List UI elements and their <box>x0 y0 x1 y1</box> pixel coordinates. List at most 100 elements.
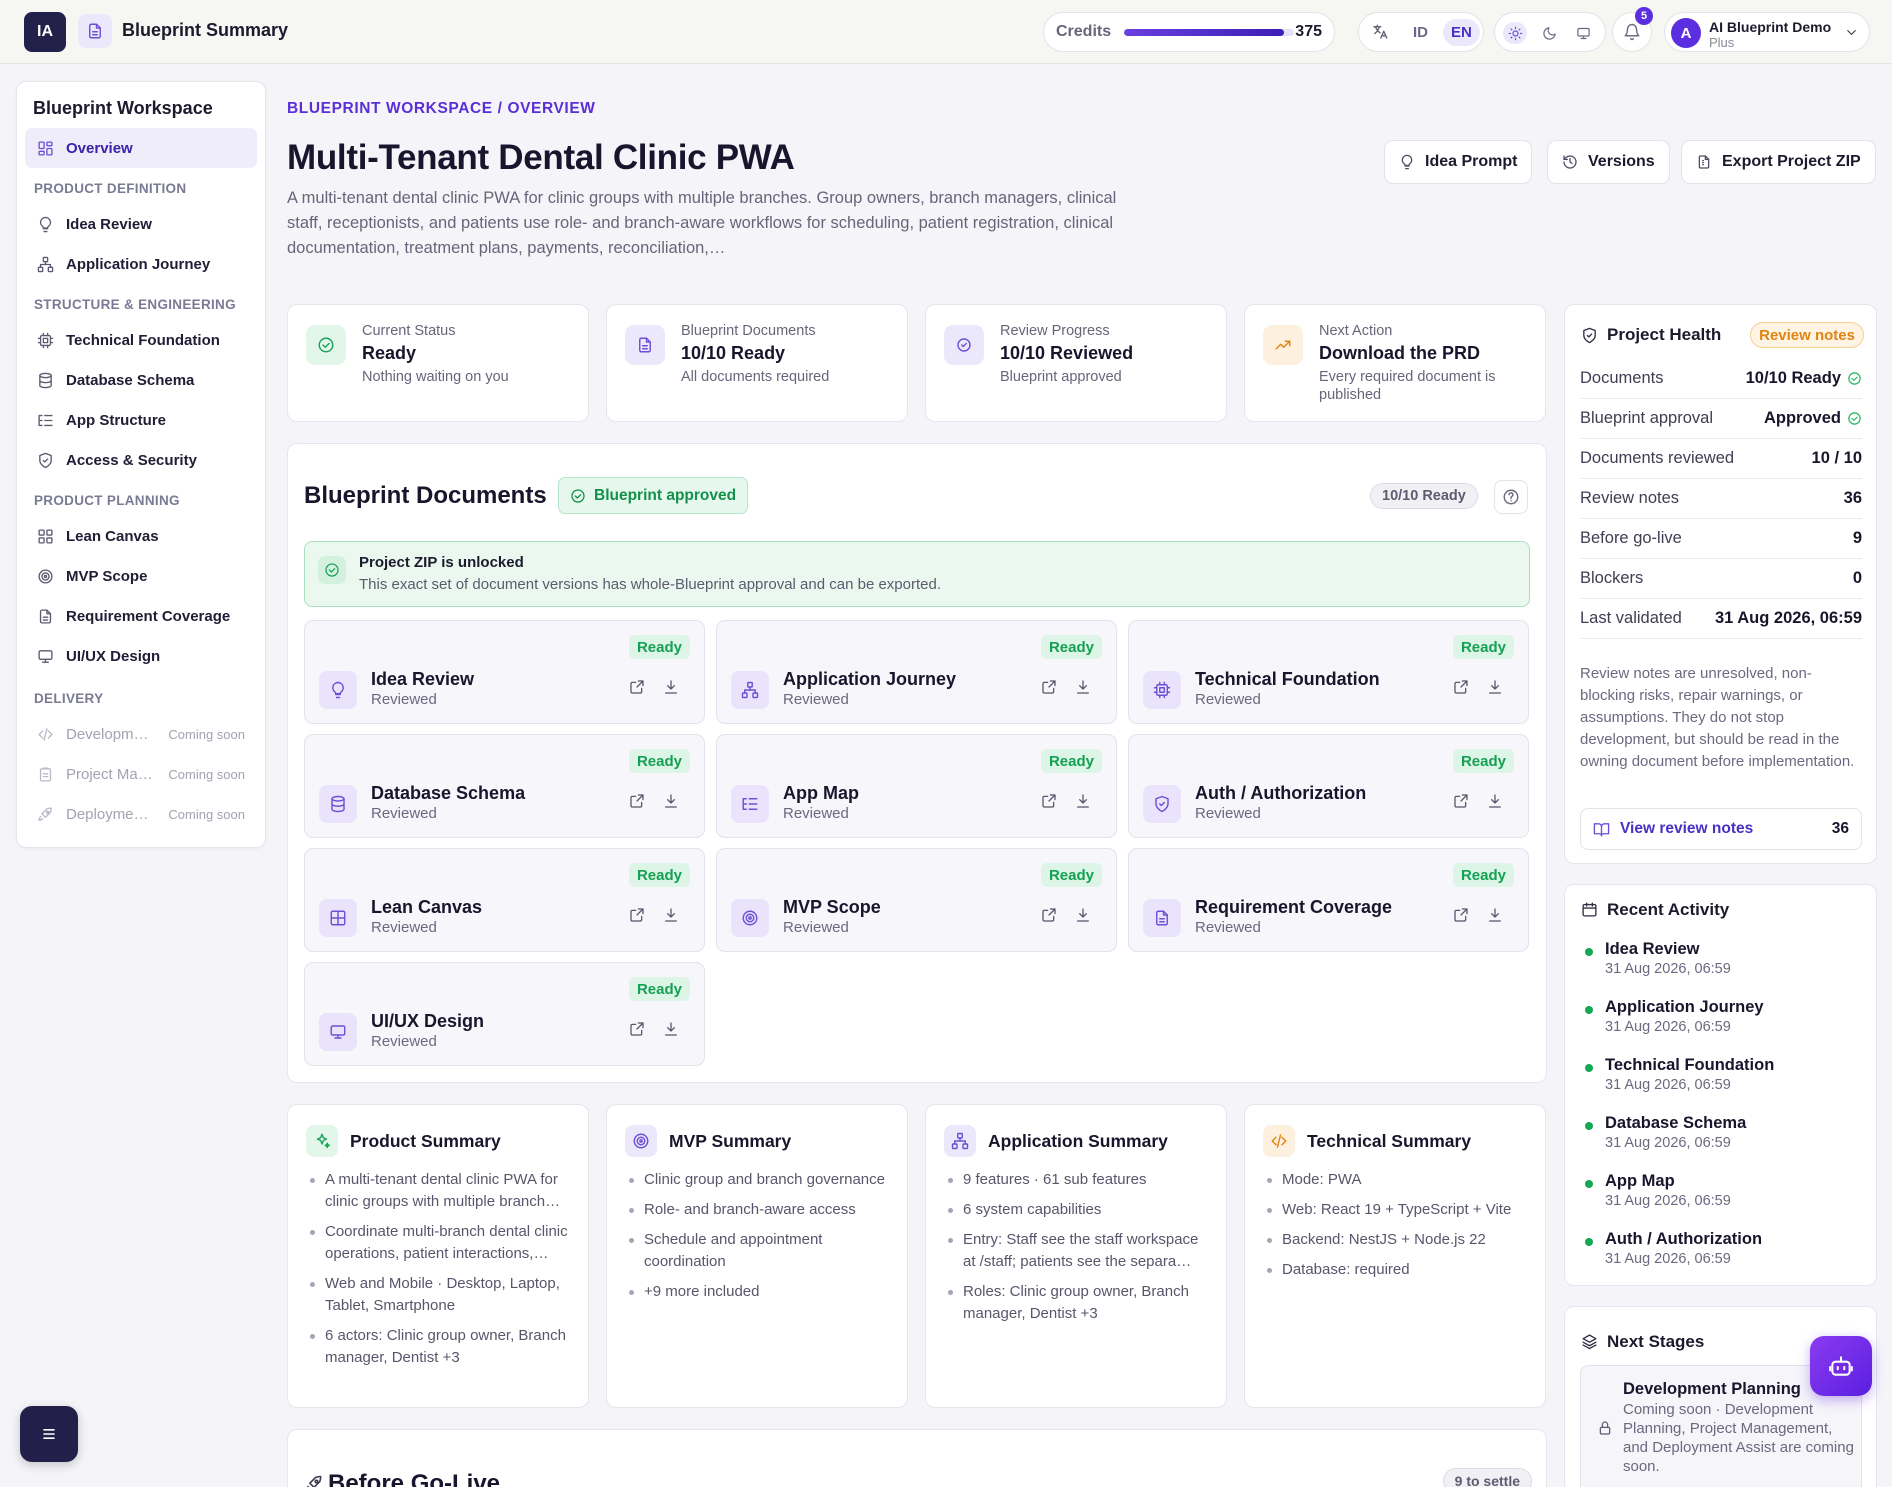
language-switcher: ID EN <box>1358 12 1484 52</box>
sidebar-item-app-structure[interactable]: App Structure <box>25 400 257 440</box>
assistant-button[interactable] <box>1810 1336 1872 1396</box>
download-icon[interactable] <box>1075 679 1091 695</box>
document-card[interactable]: Ready Idea Review Reviewed <box>304 620 705 724</box>
health-row-documents: Documents 10/10 Ready <box>1580 359 1862 399</box>
document-card[interactable]: Ready Application Journey Reviewed <box>716 620 1117 724</box>
sidebar-item-mvp-scope[interactable]: MVP Scope <box>25 556 257 596</box>
list-tree-icon <box>38 414 53 426</box>
sidebar-item-overview[interactable]: Overview <box>25 128 257 168</box>
document-name: Auth / Authorization <box>1195 783 1367 803</box>
sidebar-item-label: Technical Foundation <box>66 331 220 349</box>
sidebar-item-access-security[interactable]: Access & Security <box>25 440 257 480</box>
menu-button[interactable] <box>20 1406 78 1462</box>
status-dot <box>1585 948 1593 956</box>
list-item: 9 features · 61 sub features <box>946 1169 1214 1191</box>
status-sub: Blueprint approved <box>1000 369 1122 385</box>
lang-en-button[interactable]: EN <box>1443 19 1480 46</box>
export-zip-button[interactable]: Export Project ZIP <box>1681 140 1876 184</box>
sidebar-item-idea-review[interactable]: Idea Review <box>25 204 257 244</box>
document-card[interactable]: Ready Technical Foundation Reviewed <box>1128 620 1529 724</box>
list-item: Role- and branch-aware access <box>627 1199 895 1221</box>
product-summary-card: Product Summary A multi-tenant dental cl… <box>287 1104 589 1408</box>
sidebar-item-lean-canvas[interactable]: Lean Canvas <box>25 516 257 556</box>
review-notes-badge[interactable]: Review notes <box>1750 322 1864 348</box>
next-stages-card: Next Stages Development Planning Coming … <box>1564 1306 1877 1487</box>
unlock-description: This exact set of document versions has … <box>359 576 941 593</box>
document-card[interactable]: Ready Database Schema Reviewed <box>304 734 705 838</box>
download-icon[interactable] <box>1487 907 1503 923</box>
status-label: Next Action <box>1319 323 1393 339</box>
ready-badge: Ready <box>1040 635 1102 659</box>
document-status: Reviewed <box>371 805 437 822</box>
notifications-button[interactable]: 5 <box>1612 7 1653 52</box>
help-button[interactable] <box>1494 480 1528 514</box>
credits-value: 375 <box>1295 23 1322 40</box>
user-menu[interactable]: A AI Blueprint Demo Plus <box>1664 12 1870 52</box>
download-icon[interactable] <box>663 907 679 923</box>
check-circle-icon <box>571 488 585 503</box>
open-external-icon[interactable] <box>629 679 645 695</box>
open-external-icon[interactable] <box>1041 793 1057 809</box>
sidebar-item-requirement-coverage[interactable]: Requirement Coverage <box>25 596 257 636</box>
health-row-reviewed: Documents reviewed 10 / 10 <box>1580 439 1862 479</box>
monitor-icon[interactable] <box>1571 22 1595 44</box>
sidebar-item-development: Developm… Coming soon <box>25 714 257 754</box>
download-icon[interactable] <box>663 679 679 695</box>
open-external-icon[interactable] <box>1041 907 1057 923</box>
sidebar-item-technical-foundation[interactable]: Technical Foundation <box>25 320 257 360</box>
file-zip-icon <box>1698 155 1710 169</box>
versions-button[interactable]: Versions <box>1547 140 1670 184</box>
open-external-icon[interactable] <box>1453 679 1469 695</box>
sidebar-item-label: Database Schema <box>66 371 195 389</box>
document-card[interactable]: Ready UI/UX Design Reviewed <box>304 962 705 1066</box>
download-icon[interactable] <box>663 1021 679 1037</box>
document-card[interactable]: Ready MVP Scope Reviewed <box>716 848 1117 952</box>
activity-date: 31 Aug 2026, 06:59 <box>1605 1019 1731 1035</box>
idea-prompt-button[interactable]: Idea Prompt <box>1384 140 1533 184</box>
download-icon[interactable] <box>1487 793 1503 809</box>
status-value: 10/10 Ready <box>681 343 786 363</box>
list-item: Coordinate multi-branch dental clinic op… <box>308 1221 576 1265</box>
list-item: 6 system capabilities <box>946 1199 1214 1221</box>
app-logo[interactable]: IA <box>24 12 66 52</box>
open-external-icon[interactable] <box>1453 793 1469 809</box>
translate-icon <box>1371 23 1389 41</box>
document-card[interactable]: Ready Lean Canvas Reviewed <box>304 848 705 952</box>
health-note: Review notes are unresolved, non-blockin… <box>1580 665 1855 770</box>
download-icon[interactable] <box>1075 907 1091 923</box>
open-external-icon[interactable] <box>1453 907 1469 923</box>
open-external-icon[interactable] <box>1041 679 1057 695</box>
status-sub: Nothing waiting on you <box>362 369 509 385</box>
sun-icon[interactable] <box>1503 22 1527 44</box>
book-open-icon <box>1593 822 1610 837</box>
status-card-documents: Blueprint Documents 10/10 Ready All docu… <box>606 304 908 422</box>
review-notes-count: 36 <box>1831 820 1849 837</box>
sidebar-item-uiux-design[interactable]: UI/UX Design <box>25 636 257 676</box>
document-card[interactable]: Ready Requirement Coverage Reviewed <box>1128 848 1529 952</box>
document-card[interactable]: Ready Auth / Authorization Reviewed <box>1128 734 1529 838</box>
list-item: A multi-tenant dental clinic PWA for cli… <box>308 1169 576 1213</box>
credits-meter[interactable]: Credits 375 <box>1043 12 1335 52</box>
sidebar-section-delivery: DELIVERY <box>34 691 104 706</box>
status-card-current: Current Status Ready Nothing waiting on … <box>287 304 589 422</box>
download-icon[interactable] <box>663 793 679 809</box>
status-sub: Every required document is published <box>1319 369 1496 403</box>
sidebar-item-application-journey[interactable]: Application Journey <box>25 244 257 284</box>
code-icon <box>1263 1125 1295 1157</box>
open-external-icon[interactable] <box>629 793 645 809</box>
sidebar-item-database-schema[interactable]: Database Schema <box>25 360 257 400</box>
document-card[interactable]: Ready App Map Reviewed <box>716 734 1117 838</box>
unlock-title: Project ZIP is unlocked <box>359 554 524 571</box>
download-icon[interactable] <box>1075 793 1091 809</box>
health-row-last-validated: Last validated 31 Aug 2026, 06:59 <box>1580 599 1862 639</box>
view-review-notes-button[interactable]: View review notes 36 <box>1580 808 1862 850</box>
moon-icon[interactable] <box>1537 22 1561 44</box>
open-external-icon[interactable] <box>629 1021 645 1037</box>
health-row-approval: Blueprint approval Approved <box>1580 399 1862 439</box>
download-icon[interactable] <box>1487 679 1503 695</box>
open-external-icon[interactable] <box>629 907 645 923</box>
list-item: 6 actors: Clinic group owner, Branch man… <box>308 1325 576 1369</box>
export-zip-label: Export Project ZIP <box>1722 153 1861 170</box>
lang-id-button[interactable]: ID <box>1407 21 1434 44</box>
sidebar-section-product-definition: PRODUCT DEFINITION <box>34 181 187 196</box>
